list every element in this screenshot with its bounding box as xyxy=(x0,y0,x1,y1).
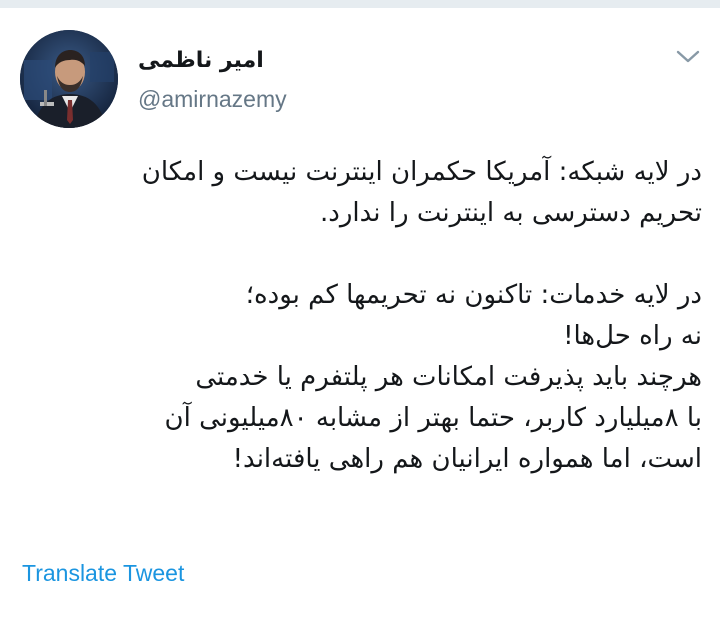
tweet-text-line: هرچند باید پذیرفت امکانات هر پلتفرم یا خ… xyxy=(195,362,702,392)
top-divider xyxy=(0,0,720,8)
translate-tweet-link[interactable]: Translate Tweet xyxy=(22,558,184,588)
tweet-text-line: است، اما همواره ایرانیان هم راهی یافته‌ا… xyxy=(232,444,702,474)
chevron-down-icon xyxy=(676,50,700,63)
tweet-screen: امیر ناظمی @amirnazemy در لایه شبکه: آمر… xyxy=(0,0,720,626)
tweet-text-line: نه راه حل‌ها! xyxy=(563,321,702,351)
author-names: امیر ناظمی @amirnazemy xyxy=(138,46,558,114)
tweet-text: در لایه شبکه: آمریکا حکمران اینترنت نیست… xyxy=(12,152,702,480)
tweet-text-line: با ۸میلیارد کاربر، حتما بهتر از مشابه ۸۰… xyxy=(164,403,702,433)
author-handle[interactable]: @amirnazemy xyxy=(138,84,558,114)
tweet-header: امیر ناظمی @amirnazemy xyxy=(20,28,710,132)
author-avatar[interactable] xyxy=(20,30,118,128)
tweet-menu-button[interactable] xyxy=(674,46,702,68)
author-display-name[interactable]: امیر ناظمی xyxy=(138,46,558,76)
tweet-text-line: در لایه شبکه: آمریکا حکمران اینترنت نیست… xyxy=(141,157,702,187)
avatar-photo-icon xyxy=(20,30,118,128)
tweet-text-line: تحریم دسترسی به اینترنت را ندارد. xyxy=(320,198,702,228)
tweet-text-line: در لایه خدمات: تاکنون نه تحریمها کم بوده… xyxy=(245,280,702,310)
